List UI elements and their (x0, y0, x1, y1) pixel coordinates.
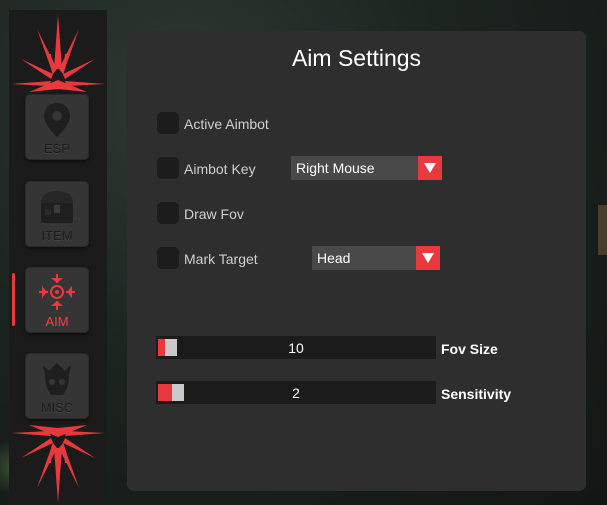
sidebar-item-aim[interactable]: AIM (25, 267, 89, 333)
sidebar-item-label: ESP (43, 141, 70, 156)
mark-target-dropdown[interactable]: Head (312, 246, 440, 270)
skull-icon (43, 363, 71, 395)
sidebar-item-item[interactable]: ITEM (25, 181, 89, 247)
sensitivity-value: 2 (292, 385, 300, 401)
background-object (598, 205, 607, 255)
sidebar-item-misc[interactable]: MISC (25, 353, 89, 419)
draw-fov-checkbox[interactable] (157, 202, 179, 224)
sensitivity-label: Sensitivity (441, 386, 512, 402)
sidebar: ESP ITEM AIM MISC (9, 10, 107, 505)
treasure-chest-icon (41, 191, 73, 223)
aimbot-key-value: Right Mouse (296, 160, 375, 176)
fov-size-value: 10 (288, 340, 304, 356)
settings-panel: Aim Settings Active Aimbot Aimbot Key Ri… (127, 31, 586, 491)
chevron-down-icon[interactable] (416, 246, 440, 270)
logo-spike-bottom-icon (11, 425, 105, 503)
active-aimbot-checkbox[interactable] (157, 112, 179, 134)
fov-size-label: Fov Size (441, 341, 498, 357)
mark-target-value: Head (317, 250, 351, 266)
location-pin-icon (44, 103, 70, 137)
sidebar-item-label: MISC (40, 400, 74, 415)
crosshair-icon (39, 274, 75, 310)
aimbot-key-dropdown[interactable]: Right Mouse (291, 156, 442, 180)
sidebar-item-label: ITEM (41, 228, 73, 243)
aimbot-key-checkbox[interactable] (157, 157, 179, 179)
logo-spike-top-icon (11, 14, 105, 92)
sidebar-item-label: AIM (45, 314, 69, 329)
mark-target-checkbox[interactable] (157, 247, 179, 269)
sidebar-item-esp[interactable]: ESP (25, 94, 89, 160)
active-aimbot-label: Active Aimbot (184, 116, 269, 132)
fov-size-slider[interactable]: 10 (156, 336, 436, 359)
active-indicator (12, 273, 15, 326)
aimbot-key-label: Aimbot Key (184, 161, 256, 177)
sensitivity-slider[interactable]: 2 (156, 381, 436, 404)
chevron-down-icon[interactable] (418, 156, 442, 180)
page-title: Aim Settings (291, 45, 422, 71)
mark-target-label: Mark Target (184, 251, 258, 267)
draw-fov-label: Draw Fov (184, 206, 244, 222)
